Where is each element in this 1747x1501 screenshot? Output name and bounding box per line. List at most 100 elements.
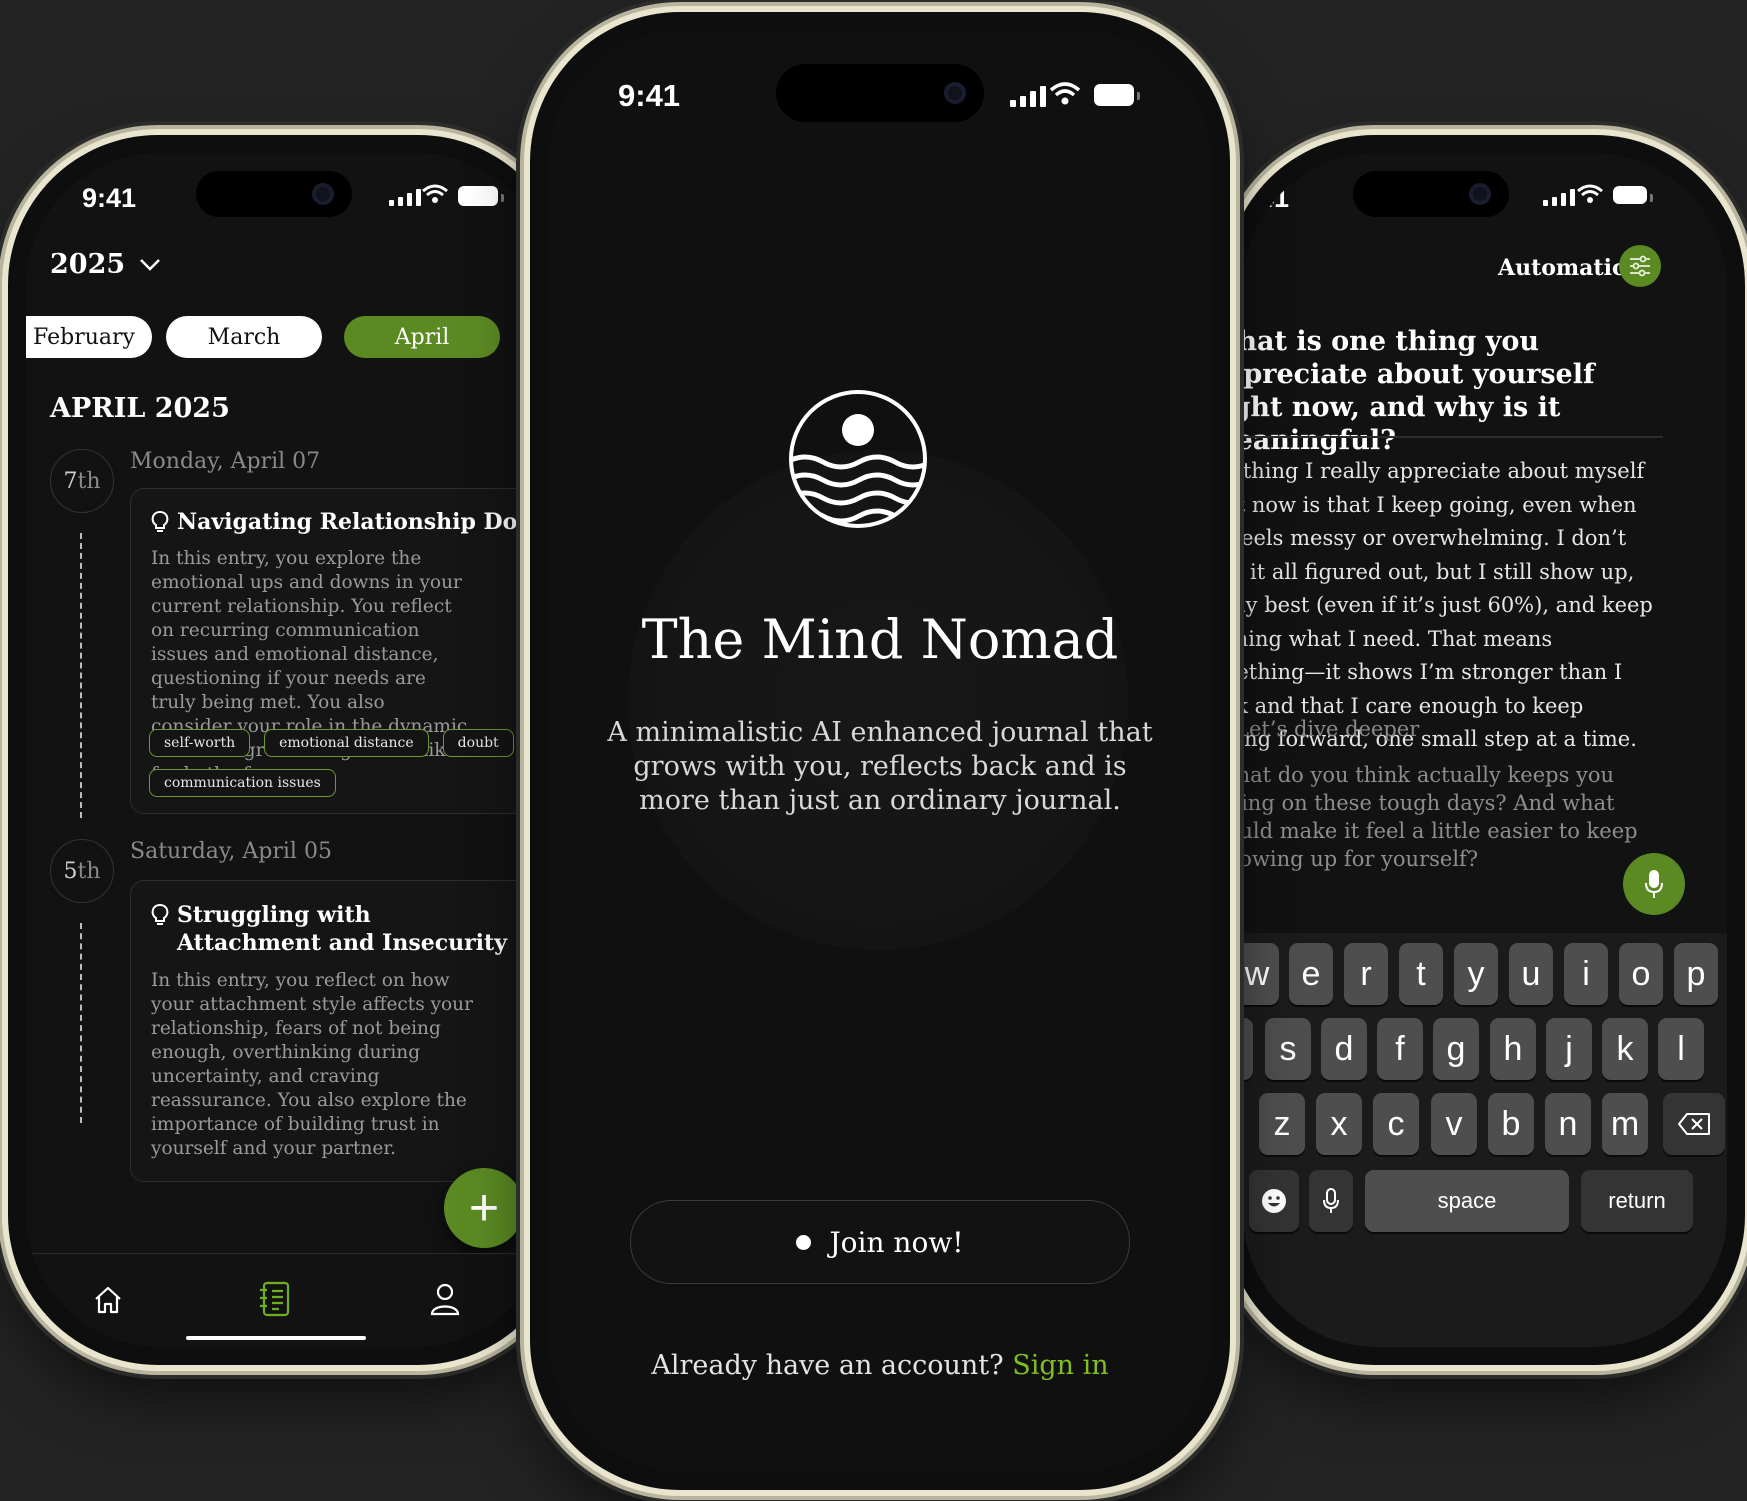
join-now-button[interactable]: Join now! [630, 1200, 1130, 1284]
key-r[interactable]: r [1344, 943, 1388, 1005]
settings-button[interactable] [1619, 245, 1661, 287]
key-t[interactable]: t [1399, 943, 1443, 1005]
dynamic-island [776, 64, 984, 122]
join-now-label: Join now! [829, 1225, 964, 1259]
year-selector[interactable]: 2025 [50, 249, 161, 280]
divider [1243, 436, 1663, 438]
tag-list: self-worth emotional distance doubt communi… [149, 729, 550, 809]
key-b[interactable]: b [1488, 1093, 1534, 1155]
month-chip-april[interactable]: April [344, 316, 500, 358]
key-i[interactable]: i [1564, 943, 1608, 1005]
backspace-icon [1678, 1113, 1710, 1135]
sign-in-link[interactable]: Sign in [1012, 1350, 1108, 1381]
tag-chip[interactable]: communication issues [149, 769, 336, 797]
mode-label[interactable]: Automatic [1498, 255, 1625, 281]
month-chip-february[interactable]: February [26, 316, 152, 358]
signal-icon [1543, 188, 1575, 206]
sign-in-prompt: Already have an account? Sign in [548, 1350, 1212, 1381]
return-key[interactable]: return [1581, 1170, 1693, 1232]
journal-screen: 9:41 2025 February March April APRIL 202… [26, 153, 550, 1347]
space-key[interactable]: space [1365, 1170, 1569, 1232]
key-g[interactable]: g [1433, 1018, 1479, 1080]
key-s[interactable]: s [1265, 1018, 1311, 1080]
entry-summary: In this entry, you reflect on how your a… [151, 970, 473, 1159]
journal-entry-card[interactable]: Struggling with Attachment and Insecurit… [130, 880, 550, 1182]
sliders-icon [1630, 255, 1650, 277]
journal-phone: 9:41 2025 February March April APRIL 202… [8, 135, 568, 1365]
tag-chip[interactable]: self-worth [149, 729, 251, 757]
key-o[interactable]: o [1619, 943, 1663, 1005]
lightbulb-icon [151, 904, 169, 925]
entry-date: Monday, April 07 [130, 449, 321, 474]
emoji-icon [1262, 1189, 1286, 1213]
status-time: 9:41 [82, 183, 137, 213]
keyboard: w e r t y u i o p s d f g h j k l z x c … [1243, 933, 1727, 1347]
microphone-icon [1645, 870, 1663, 898]
journal-icon[interactable] [258, 1280, 292, 1318]
lightbulb-icon [151, 511, 169, 532]
signal-icon [1010, 85, 1046, 107]
add-entry-button[interactable]: + [444, 1168, 524, 1248]
key-l[interactable]: l [1658, 1018, 1704, 1080]
voice-input-button[interactable] [1623, 853, 1685, 915]
profile-icon[interactable] [430, 1282, 460, 1316]
account-prompt: Already have an account? [651, 1350, 1004, 1381]
dynamic-island [1353, 171, 1509, 217]
key-e[interactable]: e [1289, 943, 1333, 1005]
battery-icon [458, 186, 504, 206]
wifi-icon [1577, 184, 1603, 203]
tag-chip[interactable]: emotional distance [264, 729, 429, 757]
key-y[interactable]: y [1454, 943, 1498, 1005]
key-x[interactable]: x [1316, 1093, 1362, 1155]
prompt-phone: 9:41 Automatic What is one thing you app… [1225, 135, 1745, 1365]
home-indicator [186, 1336, 366, 1340]
key-w[interactable]: w [1243, 943, 1279, 1005]
status-time: 9:41 [618, 78, 681, 113]
key-u[interactable]: u [1509, 943, 1553, 1005]
followup-question: What do you think actually keeps you goi… [1243, 763, 1638, 871]
sun-wave-logo-icon [789, 390, 927, 528]
key-k[interactable]: k [1602, 1018, 1648, 1080]
home-icon[interactable] [92, 1284, 124, 1316]
dot-icon [796, 1234, 812, 1250]
key-h[interactable]: h [1490, 1018, 1536, 1080]
journal-entry-card[interactable]: Navigating Relationship Doubts In this e… [130, 488, 550, 814]
day-badge: 5th [50, 839, 114, 903]
app-tagline: A minimalistic AI enhanced journal that … [607, 717, 1153, 816]
timeline-line [80, 923, 82, 1123]
key-m[interactable]: m [1602, 1093, 1648, 1155]
chevron-down-icon [140, 258, 161, 271]
month-chip-march[interactable]: March [166, 316, 322, 358]
key-j[interactable]: j [1546, 1018, 1592, 1080]
key-c[interactable]: c [1373, 1093, 1419, 1155]
welcome-phone: 9:41 The Mind Nomad A minimalistic AI en… [530, 12, 1230, 1490]
entry-title: Navigating Relationship Doubts [177, 509, 550, 535]
year-label: 2025 [50, 249, 126, 280]
key-v[interactable]: v [1431, 1093, 1477, 1155]
battery-icon [1094, 84, 1140, 106]
wifi-icon [422, 184, 448, 203]
key-n[interactable]: n [1545, 1093, 1591, 1155]
wifi-icon [1050, 82, 1080, 105]
key-a[interactable] [1243, 1018, 1253, 1080]
entry-date: Saturday, April 05 [130, 839, 332, 864]
key-z[interactable]: z [1259, 1093, 1305, 1155]
emoji-key[interactable] [1249, 1170, 1299, 1232]
key-p[interactable]: p [1674, 943, 1718, 1005]
tag-chip[interactable]: doubt [442, 729, 514, 757]
key-d[interactable]: d [1321, 1018, 1367, 1080]
bottom-nav [26, 1253, 550, 1347]
prompt-screen: 9:41 Automatic What is one thing you app… [1243, 153, 1727, 1347]
dictation-key[interactable] [1309, 1170, 1353, 1232]
backspace-key[interactable] [1663, 1093, 1725, 1155]
entry-title: Struggling with Attachment and Insecurit… [177, 902, 507, 956]
timeline-line [80, 533, 82, 818]
signal-icon [389, 188, 421, 206]
journal-answer[interactable]: One thing I really appreciate about myse… [1243, 455, 1661, 757]
status-time: 9:41 [1243, 183, 1290, 213]
followup-label: Let’s dive deeper [1243, 717, 1420, 741]
app-title: The Mind Nomad [641, 608, 1119, 671]
key-f[interactable]: f [1377, 1018, 1423, 1080]
dynamic-island [196, 171, 352, 217]
microphone-icon [1323, 1188, 1339, 1213]
